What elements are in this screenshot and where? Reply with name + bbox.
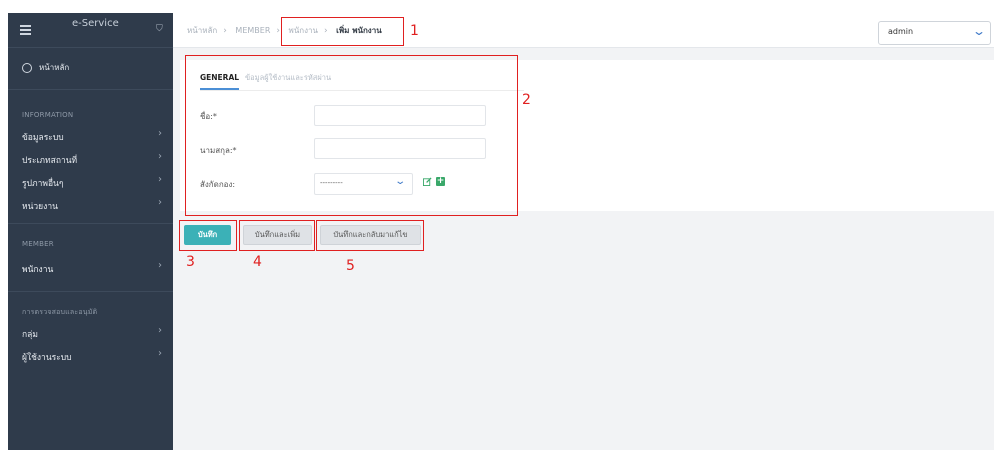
annotation-box-3 [179, 220, 237, 251]
annotation-box-5 [316, 220, 424, 251]
sidebar-item-groups[interactable]: กลุ่ม › [8, 324, 173, 342]
sidebar-divider [8, 47, 173, 48]
chevron-right-icon: › [158, 128, 162, 139]
annotation-number-1: 1 [410, 23, 419, 39]
chevron-down-icon: ⌄ [971, 24, 987, 38]
sidebar-item-other-images[interactable]: รูปภาพอื่นๆ › [8, 173, 173, 191]
sidebar-item-label: ข้อมูลระบบ [22, 133, 64, 143]
breadcrumb-home[interactable]: หน้าหลัก [187, 26, 217, 35]
sidebar-item-home[interactable]: หน้าหลัก [22, 61, 69, 74]
sidebar-divider [8, 89, 173, 90]
hamburger-menu-icon[interactable] [20, 25, 31, 35]
sidebar-item-label: หน้าหลัก [39, 63, 70, 72]
breadcrumb-separator-icon: › [223, 26, 227, 36]
sidebar-item-label: รูปภาพอื่นๆ [22, 179, 64, 189]
sidebar-item-label: กลุ่ม [22, 330, 38, 340]
user-name: admin [888, 27, 914, 36]
sidebar-item-label: หน่วยงาน [22, 202, 58, 212]
annotation-box-4 [239, 220, 315, 251]
sidebar-item-departments[interactable]: หน่วยงาน › [8, 196, 173, 214]
sidebar-item-place-types[interactable]: ประเภทสถานที่ › [8, 150, 173, 168]
breadcrumb-separator-icon: › [276, 26, 280, 36]
sidebar-item-label: ประเภทสถานที่ [22, 156, 78, 166]
annotation-box-2 [185, 55, 518, 216]
sidebar-item-system-info[interactable]: ข้อมูลระบบ › [8, 127, 173, 145]
annotation-number-2: 2 [522, 92, 531, 108]
section-title-approval: การตรวจสอบและอนุมัติ [22, 308, 98, 316]
annotation-box-1 [281, 17, 404, 46]
pin-icon[interactable]: ⛉ [156, 24, 163, 34]
chevron-right-icon: › [158, 348, 162, 359]
section-title-member: MEMBER [22, 240, 54, 248]
user-dropdown[interactable]: admin ⌄ [878, 21, 991, 45]
sidebar-divider [8, 291, 173, 292]
section-title-information: INFORMATION [22, 111, 74, 119]
annotation-number-5: 5 [346, 258, 355, 274]
sidebar-item-label: พนักงาน [22, 265, 54, 275]
sidebar-item-label: ผู้ใช้งานระบบ [22, 353, 72, 363]
breadcrumb-member[interactable]: MEMBER [235, 26, 270, 35]
chevron-right-icon: › [158, 174, 162, 185]
annotation-number-3: 3 [186, 254, 195, 270]
sidebar-item-users[interactable]: ผู้ใช้งานระบบ › [8, 347, 173, 365]
chevron-right-icon: › [158, 197, 162, 208]
home-icon [22, 62, 32, 73]
annotation-number-4: 4 [253, 254, 262, 270]
sidebar-divider [8, 223, 173, 224]
chevron-right-icon: › [158, 260, 162, 271]
chevron-right-icon: › [158, 325, 162, 336]
brand-name: e-Service [72, 18, 119, 29]
chevron-right-icon: › [158, 151, 162, 162]
sidebar: e-Service ⛉ หน้าหลัก INFORMATION ข้อมูลร… [8, 13, 173, 450]
sidebar-item-employees[interactable]: พนักงาน › [8, 259, 173, 277]
